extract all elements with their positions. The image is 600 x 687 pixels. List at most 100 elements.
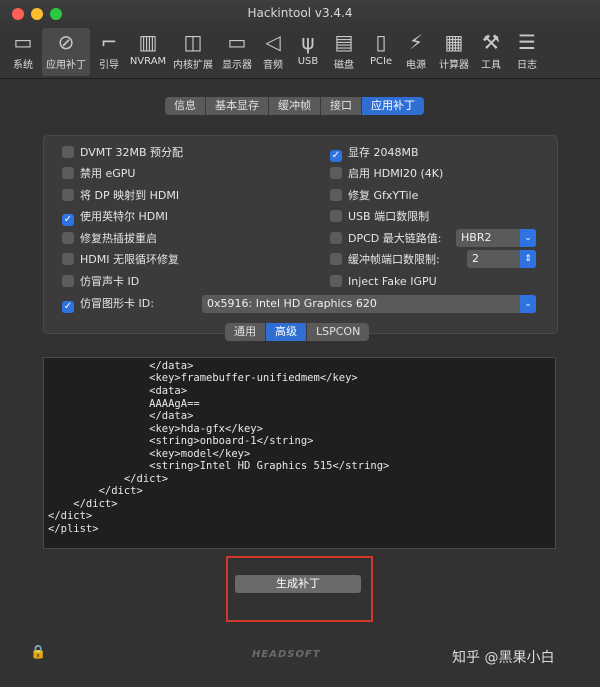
boot-icon: ⌐ xyxy=(100,30,118,54)
option-enable-hdmi20[interactable]: 启用 HDMI20 (4K) xyxy=(330,166,443,182)
tool-label: 应用补丁 xyxy=(46,60,86,71)
code-line: <key>framebuffer-unifiedmem</key> xyxy=(48,372,358,384)
tool-label: 日志 xyxy=(517,60,537,71)
tool-label: 电源 xyxy=(406,60,426,71)
option-hdmi-infinite-loop-fix[interactable]: HDMI 无限循环修复 xyxy=(62,252,179,268)
checkbox[interactable] xyxy=(62,253,74,265)
tab-advanced[interactable]: 高级 xyxy=(266,323,307,341)
checkbox[interactable] xyxy=(330,275,342,287)
tab-info[interactable]: 信息 xyxy=(165,97,206,115)
option-hotplug-reboot-fix[interactable]: 修复热插拔重启 xyxy=(62,231,157,247)
tool-display[interactable]: ▭ 显示器 xyxy=(218,28,256,76)
option-inject-fake-igpu[interactable]: Inject Fake IGPU xyxy=(330,274,437,290)
tab-patch[interactable]: 应用补丁 xyxy=(362,97,424,115)
tool-tools[interactable]: ⚒ 工具 xyxy=(476,28,506,76)
option-label: 缓冲帧端口数限制: xyxy=(348,253,440,266)
gpu-id-select[interactable]: 0x5916: Intel HD Graphics 620 ⌄ xyxy=(202,295,536,313)
chevron-down-icon: ⌄ xyxy=(520,295,536,313)
select-value: 0x5916: Intel HD Graphics 620 xyxy=(207,297,377,310)
tool-pcie[interactable]: ▯ PCIe xyxy=(365,28,397,76)
main-content: 信息 基本显存 缓冲帧 接口 应用补丁 DVMT 32MB 预分配 禁用 eGP… xyxy=(0,78,600,687)
code-line: <key>model</key> xyxy=(48,448,251,460)
code-line: </dict> xyxy=(48,473,169,485)
checkbox[interactable] xyxy=(330,232,342,244)
checkbox[interactable] xyxy=(330,210,342,222)
checkbox-checked[interactable]: ✓ xyxy=(62,214,74,226)
checkbox[interactable] xyxy=(62,167,74,179)
option-label: 修复 GfxYTile xyxy=(348,189,419,202)
option-fix-gfxytile[interactable]: 修复 GfxYTile xyxy=(330,188,418,204)
tab-connectors[interactable]: 接口 xyxy=(321,97,362,115)
port-limit-select[interactable]: 2 ⇕ xyxy=(467,250,536,268)
option-dpcd-max-link[interactable]: DPCD 最大链路值: xyxy=(330,231,441,247)
code-line: </data> xyxy=(48,360,194,372)
code-line: <string>Intel HD Graphics 515</string> xyxy=(48,460,390,472)
toolbar: ▭ 系统 ⊘ 应用补丁 ⌐ 引导 ▥ NVRAM ◫ 内核扩展 ▭ 显示器 ◁ … xyxy=(0,28,600,78)
monitor-icon: ▭ xyxy=(227,30,247,54)
option-dvmt-prealloc[interactable]: DVMT 32MB 预分配 xyxy=(62,145,183,161)
checkbox[interactable] xyxy=(62,189,74,201)
tab-lspcon[interactable]: LSPCON xyxy=(307,323,370,341)
option-spoof-gpu-id[interactable]: ✓ 仿冒图形卡 ID: xyxy=(62,296,154,313)
tab-basic-vram[interactable]: 基本显存 xyxy=(206,97,269,115)
option-disable-egpu[interactable]: 禁用 eGPU xyxy=(62,166,135,182)
usb-icon: ψ xyxy=(301,30,315,54)
computer-icon: ▭ xyxy=(13,30,33,54)
nvram-icon: ▥ xyxy=(138,30,158,54)
tool-patch[interactable]: ⊘ 应用补丁 xyxy=(42,28,90,76)
dpcd-select[interactable]: HBR2 ⌄ xyxy=(456,229,536,247)
pcie-icon: ▯ xyxy=(375,30,387,54)
log-icon: ☰ xyxy=(518,30,536,54)
tool-label: 工具 xyxy=(481,60,501,71)
checkbox[interactable] xyxy=(330,167,342,179)
tool-log[interactable]: ☰ 日志 xyxy=(512,28,542,76)
option-dp-to-hdmi[interactable]: 将 DP 映射到 HDMI xyxy=(62,188,179,204)
tool-power[interactable]: ⚡ 电源 xyxy=(401,28,431,76)
tool-audio[interactable]: ◁ 音频 xyxy=(258,28,288,76)
tool-calculator[interactable]: ▦ 计算器 xyxy=(435,28,473,76)
calculator-icon: ▦ xyxy=(444,30,464,54)
tool-system[interactable]: ▭ 系统 xyxy=(6,28,40,76)
checkbox-checked[interactable]: ✓ xyxy=(62,301,74,313)
tool-boot[interactable]: ⌐ 引导 xyxy=(92,28,126,76)
chevron-down-icon: ⌄ xyxy=(520,229,536,247)
power-icon: ⚡ xyxy=(408,30,424,54)
option-spoof-audio-id[interactable]: 仿冒声卡 ID xyxy=(62,274,139,290)
select-value: HBR2 xyxy=(461,231,492,244)
tool-nvram[interactable]: ▥ NVRAM xyxy=(126,28,170,76)
option-label: Inject Fake IGPU xyxy=(348,275,437,288)
disk-icon: ▤ xyxy=(334,30,354,54)
option-vram-2048[interactable]: ✓ 显存 2048MB xyxy=(330,145,419,162)
select-value: 2 xyxy=(472,252,479,265)
tab-general[interactable]: 通用 xyxy=(225,323,266,341)
checkbox[interactable] xyxy=(330,189,342,201)
patch-output-text[interactable]: </data> <key>framebuffer-unifiedmem</key… xyxy=(43,357,556,549)
option-fb-port-limit[interactable]: 缓冲帧端口数限制: xyxy=(330,252,440,268)
checkbox[interactable] xyxy=(62,232,74,244)
tool-usb[interactable]: ψ USB xyxy=(293,28,323,76)
tool-label: 磁盘 xyxy=(334,60,354,71)
checkbox[interactable] xyxy=(62,275,74,287)
tool-disk[interactable]: ▤ 磁盘 xyxy=(329,28,359,76)
option-label: DPCD 最大链路值: xyxy=(348,232,442,245)
speaker-icon: ◁ xyxy=(265,30,281,54)
lego-icon: ◫ xyxy=(183,30,203,54)
option-label: 使用英特尔 HDMI xyxy=(80,210,168,223)
generate-patch-button[interactable]: 生成补丁 xyxy=(235,575,361,593)
lock-icon[interactable]: 🔒 xyxy=(30,646,46,660)
checkbox[interactable] xyxy=(62,146,74,158)
checkbox[interactable] xyxy=(330,253,342,265)
option-usb-port-limit[interactable]: USB 端口数限制 xyxy=(330,209,429,225)
code-line: </dict> xyxy=(48,498,118,510)
tool-kext[interactable]: ◫ 内核扩展 xyxy=(170,28,216,76)
tool-label: 内核扩展 xyxy=(173,60,213,71)
tab-framebuffer[interactable]: 缓冲帧 xyxy=(269,97,321,115)
code-line: AAAAgA== xyxy=(48,398,200,410)
tool-label: USB xyxy=(297,56,319,67)
checkbox-checked[interactable]: ✓ xyxy=(330,150,342,162)
bandage-icon: ⊘ xyxy=(57,30,75,54)
wrench-icon: ⚒ xyxy=(482,30,500,54)
code-line: </dict> xyxy=(48,510,93,522)
option-use-intel-hdmi[interactable]: ✓ 使用英特尔 HDMI xyxy=(62,209,168,226)
tool-label: 显示器 xyxy=(222,60,252,71)
